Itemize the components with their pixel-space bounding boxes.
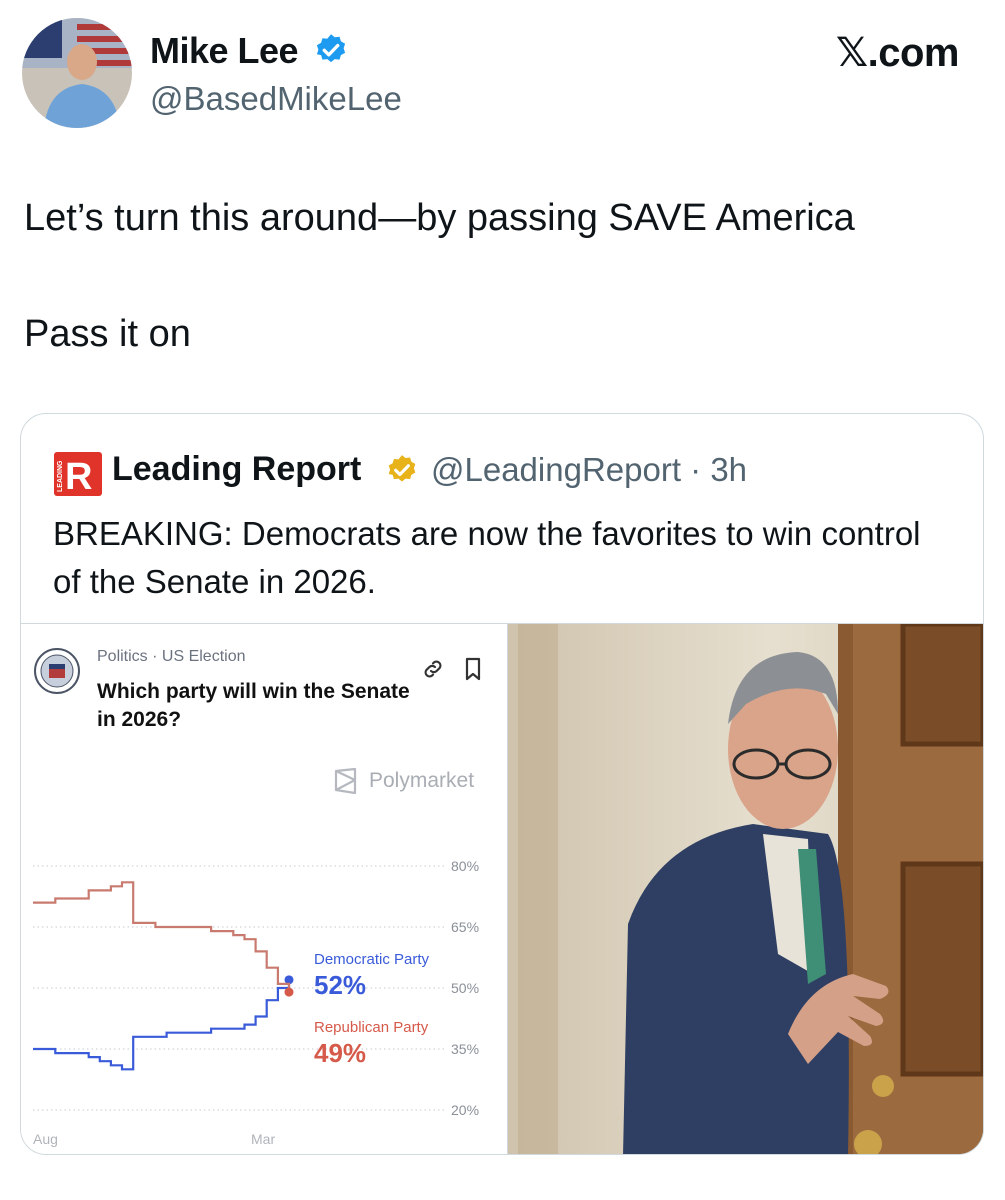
- series-value-label: 49%: [314, 1038, 366, 1068]
- x-tick-label: Aug: [33, 1131, 58, 1147]
- logo-letter: R: [65, 456, 92, 496]
- republican-end-point: [284, 987, 294, 997]
- series-name-label: Democratic Party: [314, 951, 430, 968]
- leading-report-logo: R LEADING: [54, 452, 102, 498]
- series-name-label: Republican Party: [314, 1019, 429, 1036]
- quoted-handle-and-time[interactable]: @LeadingReport · 3h: [431, 451, 747, 489]
- market-screenshot[interactable]: Politics · US Election Which party will …: [21, 624, 507, 1155]
- site-logo: 𝕏.com: [835, 31, 960, 75]
- market-question: Which party will win the Senate in 2026?: [97, 680, 410, 731]
- y-tick-label: 20%: [451, 1102, 479, 1118]
- y-tick-label: 65%: [451, 919, 479, 935]
- logo-side-text: LEADING: [57, 460, 64, 492]
- republican-series-line: [33, 881, 291, 993]
- quoted-tweet-card[interactable]: R LEADING Leading Report @LeadingReport …: [20, 413, 984, 1155]
- probability-chart[interactable]: 80% 65% 50% 35% 20% Aug Mar Democratic Party 52%…: [21, 844, 507, 1155]
- avatar[interactable]: [22, 18, 132, 128]
- politician-photo-image: [508, 624, 983, 1154]
- tweet-text-line-1: Let’s turn this around—by passing SAVE A…: [24, 197, 855, 239]
- y-tick-label: 35%: [451, 1041, 479, 1057]
- polymarket-brand: Polymarket: [331, 767, 521, 797]
- y-tick-label: 50%: [451, 980, 479, 996]
- verified-badge-icon: [316, 34, 346, 63]
- profile-photo-icon: [22, 18, 132, 128]
- bookmark-icon[interactable]: [463, 657, 483, 681]
- quoted-tweet-text: BREAKING: Democrats are now the favorite…: [53, 515, 921, 600]
- polymarket-brand-text: Polymarket: [369, 769, 475, 792]
- author-handle[interactable]: @BasedMikeLee: [150, 80, 402, 118]
- tweet-text-line-2: Pass it on: [24, 313, 191, 355]
- polymarket-logo-icon: [334, 767, 357, 795]
- link-icon[interactable]: [421, 657, 445, 681]
- series-value-label: 52%: [314, 970, 366, 1000]
- politician-photo: [508, 624, 983, 1154]
- y-tick-label: 80%: [451, 858, 479, 874]
- gold-verified-badge-icon: [388, 455, 416, 482]
- quoted-author-name[interactable]: Leading Report: [112, 450, 361, 489]
- senate-seal-icon: [34, 648, 80, 694]
- democratic-series-line: [33, 979, 291, 1071]
- x-tick-label: Mar: [251, 1131, 275, 1147]
- market-category[interactable]: Politics · US Election: [97, 648, 246, 666]
- author-name[interactable]: Mike Lee: [150, 30, 299, 72]
